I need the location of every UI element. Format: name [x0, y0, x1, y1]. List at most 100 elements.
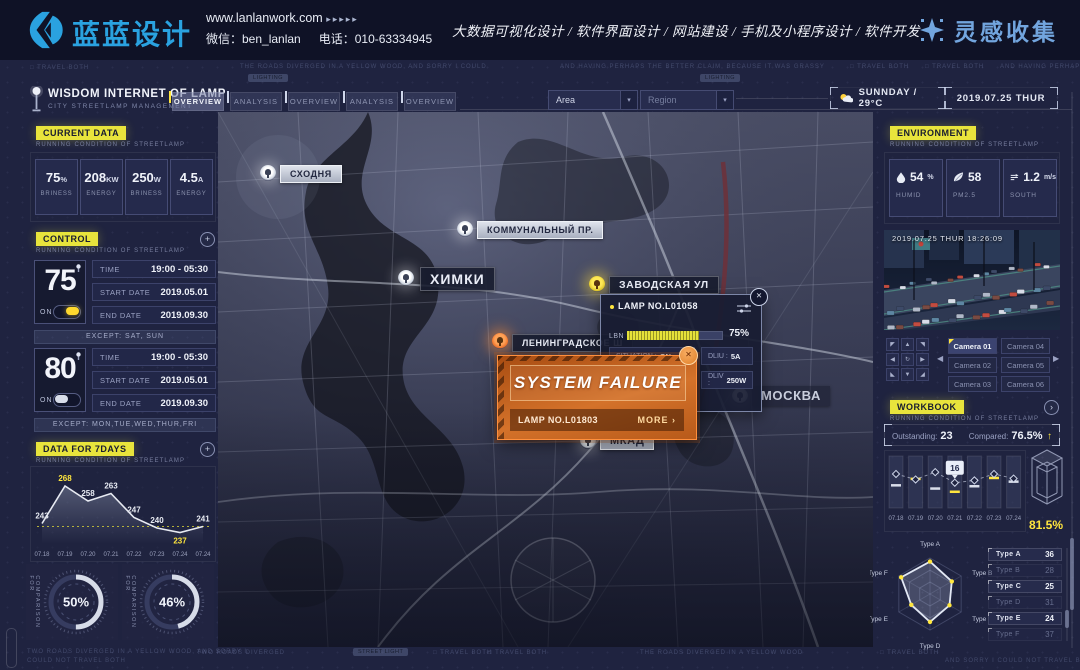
- end-date-row[interactable]: END DATE2019.09.30: [92, 306, 216, 324]
- end-date-row[interactable]: END DATE2019.09.30: [92, 394, 216, 412]
- start-date-row[interactable]: START DATE2019.05.01: [92, 371, 216, 389]
- type-row-d[interactable]: Type D31: [988, 596, 1062, 609]
- week-line-chart: 24326825826324724023724107.1807.1907.200…: [33, 468, 213, 560]
- close-icon[interactable]: ✕: [679, 346, 698, 365]
- map-pin-khimki[interactable]: [398, 270, 414, 286]
- chevron-down-icon[interactable]: ▾: [620, 91, 637, 109]
- region-select[interactable]: Region ▾: [640, 90, 734, 110]
- decor-text: □ TRAVEL BOTH: [488, 650, 547, 656]
- decor-text: □ TRAVEL BOTH: [850, 64, 909, 70]
- close-icon[interactable]: ✕: [750, 288, 768, 306]
- camera-06-button[interactable]: Camera 06: [1001, 376, 1050, 392]
- tab-overview-2[interactable]: OVERVIEW: [288, 92, 340, 111]
- camera-prev-icon[interactable]: ◀: [937, 354, 943, 363]
- map-label[interactable]: ЗАВОДСКАЯ УЛ: [609, 276, 719, 294]
- map-pin-leningradskoe[interactable]: [492, 333, 508, 349]
- map-pin-skhodnya[interactable]: [260, 165, 276, 181]
- map-label[interactable]: МОСКВА: [752, 386, 830, 406]
- pan-up-left-button[interactable]: ◤: [886, 338, 899, 351]
- workbook-more-button[interactable]: ›: [1044, 400, 1059, 415]
- pan-down-button[interactable]: ▼: [901, 368, 914, 381]
- svg-text:237: 237: [173, 537, 187, 546]
- map-pin-zavodskaya[interactable]: [589, 276, 605, 292]
- pan-left-button[interactable]: ◀: [886, 353, 899, 366]
- map-label[interactable]: СХОДНЯ: [280, 165, 342, 183]
- map-label[interactable]: КОММУНАЛЬНЫЙ ПР.: [477, 221, 603, 239]
- on-label: ON: [40, 397, 53, 404]
- environment-subtitle: RUNNING CONDITION OF STREETLAMP: [890, 142, 1039, 148]
- chevron-down-icon[interactable]: ▾: [716, 91, 733, 109]
- camera-02-button[interactable]: Camera 02: [948, 357, 997, 373]
- screen: 蓝蓝设计 www.lanlanwork.com ▸▸▸▸▸ 微信：ben_lan…: [0, 0, 1080, 670]
- camera-next-icon[interactable]: ▶: [1053, 354, 1059, 363]
- decor-text: COULD NOT TRAVEL BOTH: [27, 658, 126, 664]
- map-pin-kommunalny[interactable]: [457, 221, 473, 237]
- tab-overview-1[interactable]: OVERVIEW: [172, 92, 224, 111]
- tab-overview-3[interactable]: OVERVIEW: [404, 92, 456, 111]
- tab-analysis-1[interactable]: ANALYSIS: [230, 92, 282, 111]
- pan-up-button[interactable]: ▲: [901, 338, 914, 351]
- pan-up-right-button[interactable]: ◥: [916, 338, 929, 351]
- camera-feed[interactable]: [884, 230, 1060, 330]
- gauge-value: 50%: [63, 595, 89, 610]
- pan-right-button[interactable]: ▶: [916, 353, 929, 366]
- rotate-icon[interactable]: ↻: [901, 353, 914, 366]
- type-row-a[interactable]: Type A36: [988, 548, 1062, 561]
- svg-text:07.19: 07.19: [908, 516, 924, 522]
- area-select[interactable]: Area ▾: [548, 90, 638, 110]
- svg-text:Type A: Type A: [920, 541, 941, 548]
- website-url[interactable]: www.lanlanwork.com: [206, 11, 323, 25]
- tab-analysis-2[interactable]: ANALYSIS: [346, 92, 398, 111]
- droplet-icon: [896, 171, 906, 183]
- stat-card-briness-w: 250W BRINESS: [125, 159, 168, 215]
- list-scrollbar-thumb[interactable]: [1065, 610, 1069, 628]
- svg-text:07.23: 07.23: [149, 552, 165, 558]
- svg-text:07.22: 07.22: [126, 552, 142, 558]
- camera-03-button[interactable]: Camera 03: [948, 376, 997, 392]
- type-row-c[interactable]: Type C25: [988, 580, 1062, 593]
- wechat-contact: 微信：ben_lanlan: [206, 32, 301, 46]
- time-row[interactable]: TIME19:00 - 05:30: [92, 260, 216, 278]
- svg-text:07.20: 07.20: [928, 516, 944, 522]
- svg-text:Type E: Type E: [870, 616, 889, 623]
- control-label: CONTROL: [36, 232, 98, 246]
- top-banner: 蓝蓝设计 www.lanlanwork.com ▸▸▸▸▸ 微信：ben_lan…: [0, 0, 1080, 60]
- lamp-icon: [75, 264, 82, 273]
- camera-04-button[interactable]: Camera 04: [1001, 338, 1050, 354]
- add-week-button[interactable]: +: [200, 442, 215, 457]
- schedule-toggle-2[interactable]: [53, 393, 81, 407]
- toggle-knob: [55, 395, 68, 403]
- type-row-b[interactable]: Type B28: [988, 564, 1062, 577]
- system-failure-popup: SYSTEM FAILURE LAMP NO.L01803 MORE › ✕: [497, 355, 697, 440]
- camera-scene: [884, 230, 1060, 330]
- pan-down-right-button[interactable]: ◢: [916, 368, 929, 381]
- type-row-e[interactable]: Type E24: [988, 612, 1062, 625]
- svg-text:240: 240: [150, 516, 164, 525]
- sun-cloud-icon: [839, 92, 853, 104]
- map-label[interactable]: ХИМКИ: [420, 267, 495, 291]
- type-row-f[interactable]: Type F37: [988, 628, 1062, 641]
- main-scrollbar-thumb[interactable]: [1070, 538, 1074, 610]
- inspiration-collect[interactable]: 灵感收集: [918, 0, 1058, 60]
- wind-icon: [1010, 172, 1019, 183]
- svg-text:247: 247: [127, 506, 141, 515]
- svg-text:07.22: 07.22: [967, 516, 983, 522]
- add-control-button[interactable]: +: [200, 232, 215, 247]
- streetlamp-icon: [29, 86, 44, 113]
- current-data-label: CURRENT DATA: [36, 126, 126, 140]
- phone-contact: 电话：010-63334945: [319, 32, 432, 46]
- pm25-card: 58 PM2.5: [946, 159, 1000, 217]
- camera-05-button[interactable]: Camera 05: [1001, 357, 1050, 373]
- svg-text:07.19: 07.19: [57, 552, 73, 558]
- decor-text: THE ROADS DIVERGED IN A YELLOW WOOD, AND…: [240, 64, 487, 70]
- schedule-toggle-1[interactable]: [53, 305, 81, 319]
- arrows-decoration: ▸▸▸▸▸: [326, 14, 359, 24]
- stat-card-energy-a: 4.5A ENERGY: [170, 159, 213, 215]
- camera-01-button[interactable]: Camera 01: [948, 338, 997, 354]
- time-row[interactable]: TIME19:00 - 05:30: [92, 348, 216, 366]
- more-button[interactable]: MORE ›: [638, 415, 677, 425]
- pan-down-left-button[interactable]: ◣: [886, 368, 899, 381]
- svg-text:241: 241: [196, 515, 210, 524]
- sliders-icon[interactable]: [737, 304, 751, 313]
- start-date-row[interactable]: START DATE2019.05.01: [92, 283, 216, 301]
